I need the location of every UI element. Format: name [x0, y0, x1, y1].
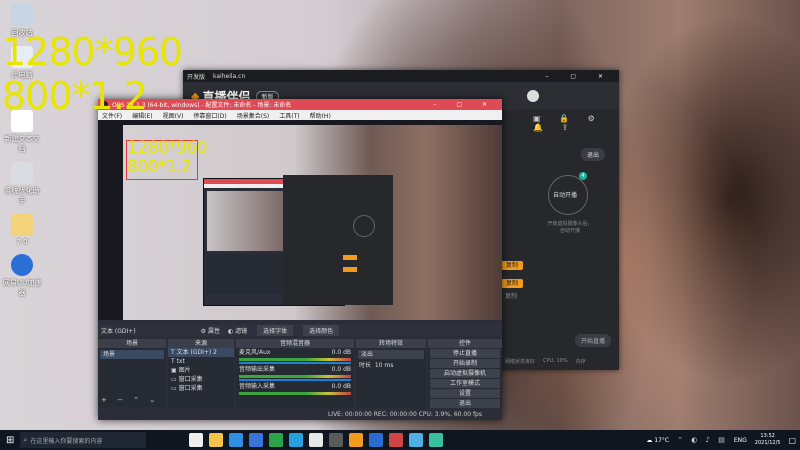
start-live-button[interactable]: 开始直播 [575, 328, 612, 347]
store-icon[interactable] [249, 433, 264, 447]
menu-help[interactable]: 帮助(H) [310, 111, 331, 120]
obs-statusbar: LIVE: 00:00:00 REC: 00:00:00 CPU: 3.9%, … [98, 409, 502, 420]
settings-button[interactable]: 设置 [430, 389, 500, 398]
window-controls[interactable]: – ▢ ✕ [545, 73, 613, 80]
companion-taskbar-icon[interactable] [349, 433, 364, 447]
start-button[interactable]: ⊞ [6, 435, 14, 446]
desktop-icon-optimizer[interactable]: 系统优化助手 [2, 162, 42, 206]
volume-meter [239, 375, 351, 378]
search-icon: ⌕ [23, 435, 28, 444]
mixer-track: 音频输出采集 0.0 dB [239, 366, 351, 373]
obs-preview[interactable]: 1280*960 800*1.2 [98, 120, 502, 320]
app-icon[interactable] [409, 433, 424, 447]
source-item[interactable]: ▭ 窗口采集 [168, 375, 234, 384]
clock[interactable]: 13:52 2021/12/5 [755, 433, 781, 447]
volume-meter [239, 358, 351, 361]
notification-icon[interactable]: ▢ [788, 436, 796, 445]
studio-mode-button[interactable]: 工作室模式 [430, 379, 500, 388]
virtual-camera-button[interactable]: 启动虚拟摄像机 [430, 369, 500, 378]
taskbar-apps [186, 433, 446, 447]
folder-icon [11, 214, 33, 236]
choose-font-button[interactable]: 选择字体 [257, 324, 294, 336]
edge-icon[interactable] [229, 433, 244, 447]
wechat-icon[interactable] [269, 433, 284, 447]
copy-button-2[interactable]: 复制 [501, 270, 524, 289]
companion-toolbar-icons[interactable]: ▣ 🔒 ⚙ 🔔 ⇪ [533, 114, 619, 132]
source-toolbar: 文本 (GDI+) ⚙ 属性 ◐ 滤镜 选择字体 选择颜色 [98, 324, 502, 336]
copy-button-1[interactable]: 复制 [501, 252, 524, 271]
exit-obs-button[interactable]: 退出 [430, 399, 500, 408]
file-explorer-icon[interactable] [209, 433, 224, 447]
volume-slider[interactable] [239, 362, 351, 364]
mixer-track: 音频输入采集 0.0 dB [239, 383, 351, 390]
app-icon[interactable] [389, 433, 404, 447]
duration-field[interactable]: 时长 10 ms [356, 361, 426, 370]
task-view-icon[interactable] [189, 433, 204, 447]
language-indicator[interactable]: ENG [734, 437, 747, 444]
recycle-bin-icon [11, 4, 33, 26]
menu-tools[interactable]: 工具(T) [279, 111, 299, 120]
stop-streaming-button[interactable]: 停止直播 [430, 349, 500, 358]
obs-taskbar-icon[interactable] [329, 433, 344, 447]
copy-button-3[interactable]: 复制 [505, 291, 517, 300]
companion-stats: 网络状态良好 CPU: 10% 内存 [505, 358, 586, 365]
filters-button[interactable]: ◐ 滤镜 [228, 326, 247, 335]
menu-docks[interactable]: 停靠窗口(D) [193, 111, 226, 120]
app-icon[interactable] [309, 433, 324, 447]
mixer-dock: 音频混音器 麦克风/Aux 0.0 dB 音频输出采集 0.0 dB 音频输入采集 0… [236, 339, 354, 407]
source-item[interactable]: ▭ 窗口采集 [168, 384, 234, 393]
uu-accelerator-icon [11, 254, 33, 276]
source-item[interactable]: T 文本 (GDI+) 2 [168, 348, 234, 357]
transition-select[interactable]: 淡出 [358, 350, 424, 359]
auto-start-circle: 4 自动开播 [548, 172, 588, 215]
qq-icon[interactable] [289, 433, 304, 447]
avatar[interactable] [527, 90, 539, 102]
optimizer-icon [11, 162, 33, 184]
selected-source-label: 文本 (GDI+) [101, 327, 136, 335]
sources-dock: 来源 T 文本 (GDI+) 2 T txt ▣ 图片 ▭ 窗口采集 ▭ 窗口采… [168, 339, 234, 407]
weather-widget[interactable]: ☁ 17°C [646, 437, 669, 444]
start-recording-button[interactable]: 开始录制 [430, 359, 500, 368]
desktop-icon-uu[interactable]: 网易UU加速器 [2, 254, 42, 298]
nested-companion-window [283, 175, 393, 305]
auto-start-caption: 开启虚拟摄像头后， 自动开播 [547, 221, 593, 234]
desktop-icon-folder[interactable]: 7.0 [2, 214, 42, 246]
taskbar: ⊞ ⌕ 在这里输入你要搜索的内容 ☁ 17°C ⌃ ◐ ♪ ▤ ENG 13:5… [0, 430, 800, 450]
resolution-overlay-text: 1280*960 800*1.2 [2, 30, 183, 118]
source-item[interactable]: ▣ 图片 [168, 366, 234, 375]
obs-window-controls[interactable]: – ▢ ✕ [433, 101, 496, 108]
preview-overlay-text: 1280*960 800*1.2 [127, 138, 208, 177]
menu-scene-collection[interactable]: 场景集合(S) [237, 111, 270, 120]
properties-button[interactable]: ⚙ 属性 [201, 326, 220, 335]
companion-titlebar: 开发版 kaiheila.cn – ▢ ✕ [183, 70, 619, 82]
exit-button[interactable]: 退出 [581, 142, 606, 161]
volume-meter [239, 392, 351, 395]
scenes-dock: 场景 场景 + − ⌃ ⌄ [98, 339, 166, 407]
mixer-track: 麦克风/Aux 0.0 dB [239, 349, 351, 356]
scene-item[interactable]: 场景 [100, 350, 164, 359]
tray-icons[interactable]: ⌃ ◐ ♪ ▤ [677, 436, 728, 444]
controls-dock: 控件 停止直播 开始录制 启动虚拟摄像机 工作室模式 设置 退出 [428, 339, 502, 408]
scenes-dock-buttons[interactable]: + − ⌃ ⌄ [101, 396, 159, 404]
taskbar-search[interactable]: ⌕ 在这里输入你要搜索的内容 [20, 432, 147, 448]
volume-slider[interactable] [239, 379, 351, 381]
app-icon[interactable] [429, 433, 444, 447]
transitions-dock: 转场特效 淡出 时长 10 ms [356, 339, 426, 407]
choose-color-button[interactable]: 选择颜色 [303, 324, 340, 336]
source-item[interactable]: T txt [168, 357, 234, 366]
steam-icon[interactable] [369, 433, 384, 447]
obs-window: OBS 27.1.3 (64-bit, windows) - 配置文件: 未命名… [98, 99, 502, 420]
